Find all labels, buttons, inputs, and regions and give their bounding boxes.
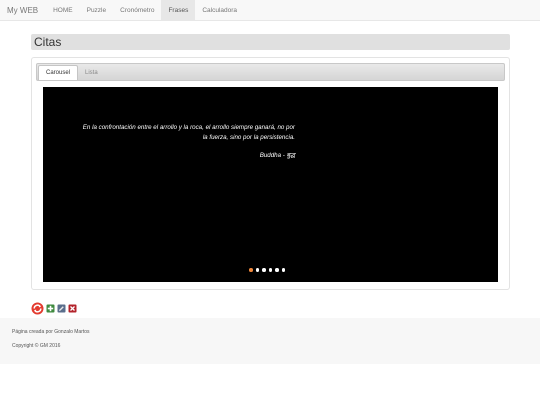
carousel-indicators [249,268,285,272]
footer-author: Página creada por Gonzalo Martos [12,329,90,335]
nav-item-frases[interactable]: Frases [161,0,196,20]
nav-item-home[interactable]: HOME [46,0,80,20]
footer-copyright: Copyright © GM 2016 [12,343,61,349]
nav-item-calculadora[interactable]: Calculadora [195,0,244,20]
brand-link[interactable]: My WEB [0,0,46,20]
tab-bar: Carousel Lista [36,63,505,81]
refresh-icon[interactable] [31,302,44,315]
nav-item-puzzle[interactable]: Puzzle [80,0,114,20]
nav-item-cronometro[interactable]: Cronómetro [113,0,161,20]
quote-text: En la confrontación entre el arrollo y l… [82,124,295,141]
edit-icon[interactable] [57,304,66,313]
carousel-indicator[interactable] [275,268,279,272]
top-navbar: My WEB HOME Puzzle Cronómetro Frases Cal… [0,0,540,21]
page-footer: Página creada por Gonzalo Martos Copyrig… [0,318,540,364]
carousel-indicator[interactable] [262,268,266,272]
carousel-indicator[interactable] [268,268,272,272]
page-title: Citas [34,35,62,49]
add-icon[interactable] [46,304,55,313]
quotes-panel: Carousel Lista En la confrontación entre… [31,57,510,290]
tab-lista[interactable]: Lista [78,65,105,80]
action-toolbar [31,302,77,315]
page-header: Citas [31,34,510,50]
carousel-indicator[interactable] [281,268,285,272]
quote-author: Buddha - बुद्ध [259,152,295,159]
quote-carousel[interactable]: En la confrontación entre el arrollo y l… [43,87,498,282]
carousel-indicator[interactable] [249,268,253,272]
delete-icon[interactable] [68,304,77,313]
carousel-indicator[interactable] [255,268,259,272]
tab-carousel[interactable]: Carousel [38,65,79,80]
